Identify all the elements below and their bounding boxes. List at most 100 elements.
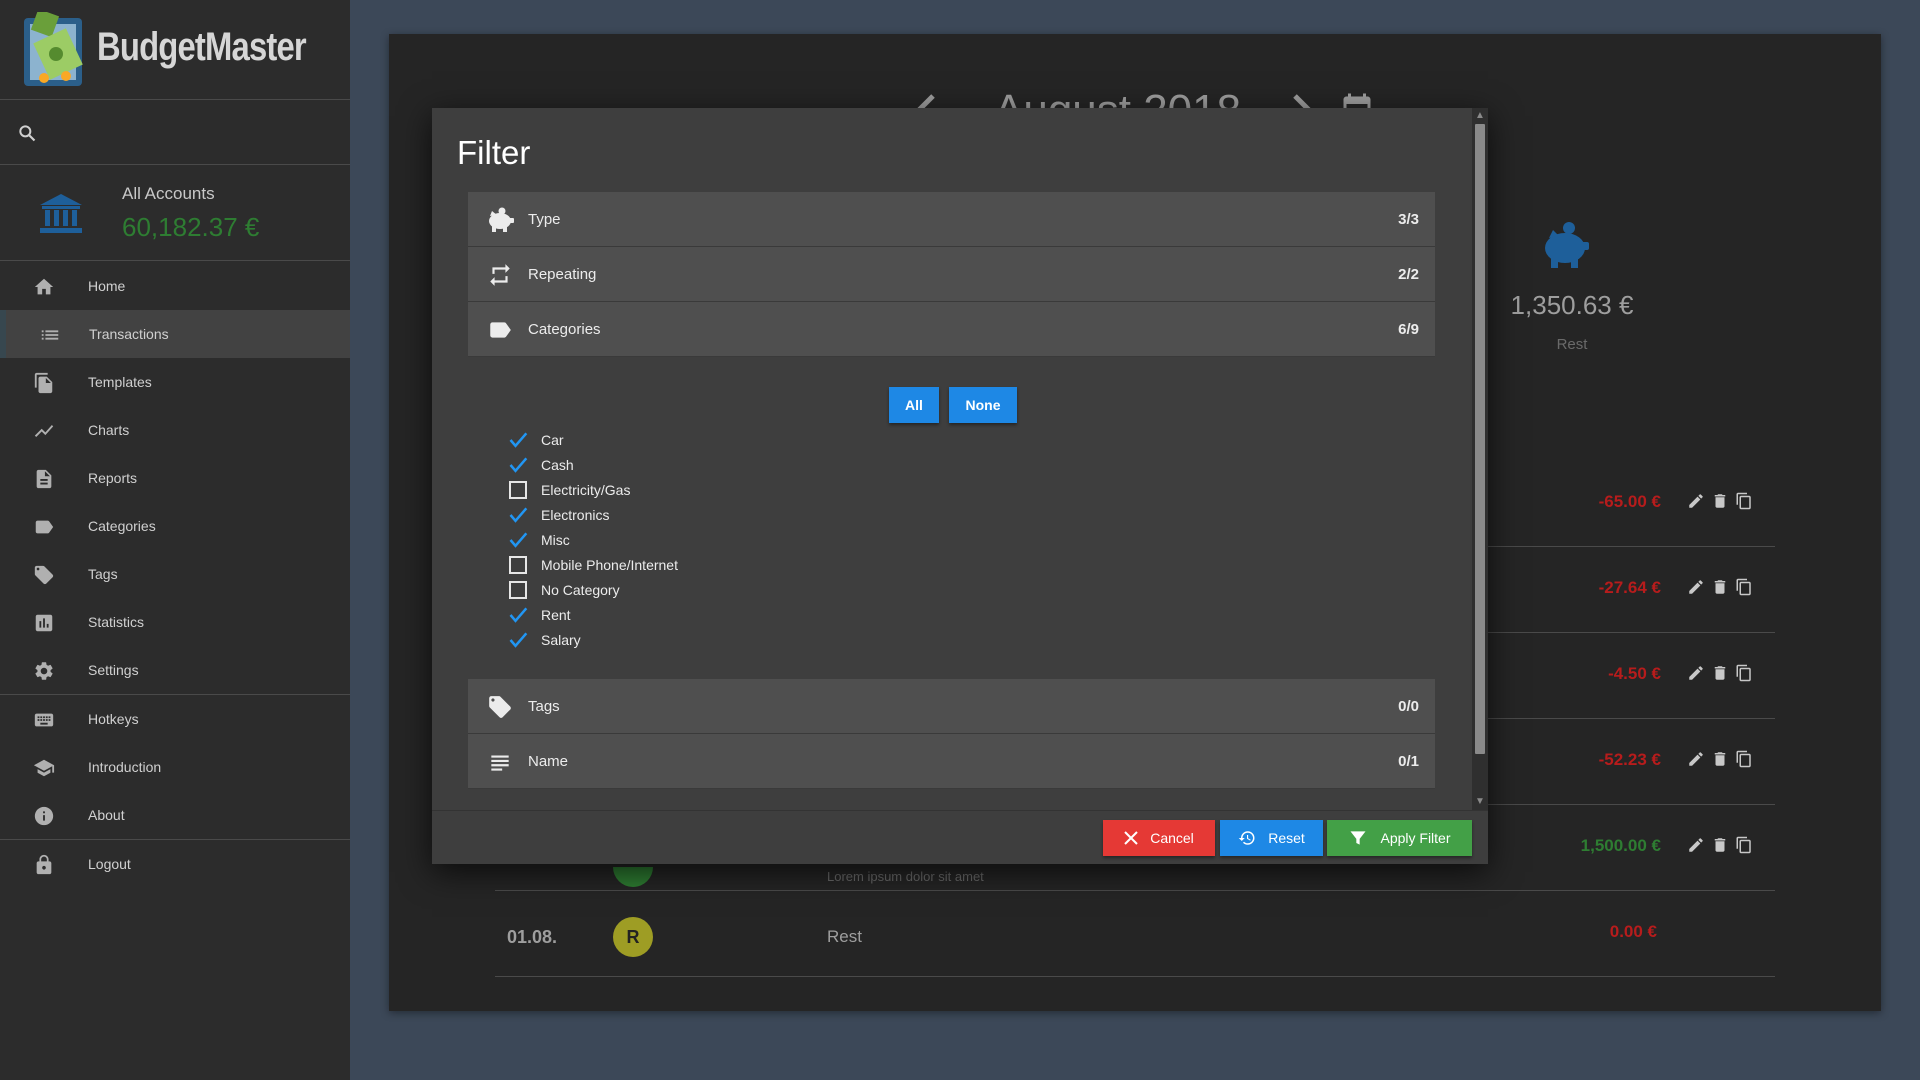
nav-label: Hotkeys [88, 711, 139, 727]
checkmark-icon[interactable] [508, 605, 528, 625]
transaction-amount: 1,500.00 € [1580, 836, 1661, 855]
checkmark-icon[interactable] [508, 430, 528, 450]
filter-section-name[interactable]: Name 0/1 [468, 734, 1435, 789]
delete-icon[interactable] [1711, 663, 1729, 683]
nav-item-reports[interactable]: Reports [0, 454, 350, 502]
nav-item-about[interactable]: About [0, 791, 350, 839]
filter-section-tags[interactable]: Tags 0/0 [468, 679, 1435, 734]
nav-item-home[interactable]: Home [0, 262, 350, 310]
checkbox-unchecked[interactable] [509, 556, 527, 574]
edit-icon[interactable] [1687, 577, 1705, 597]
nav-item-categories[interactable]: Categories [0, 502, 350, 550]
nav-label: About [88, 807, 125, 823]
label-icon [35, 520, 54, 534]
copy-icon[interactable] [1735, 749, 1753, 769]
tag-icon [489, 696, 511, 718]
account-selector[interactable]: All Accounts 60,182.37 € [0, 166, 350, 261]
delete-icon[interactable] [1711, 749, 1729, 769]
nav-item-charts[interactable]: Charts [0, 406, 350, 454]
edit-icon[interactable] [1687, 663, 1705, 683]
category-name: Salary [541, 632, 581, 648]
nav-label: Introduction [88, 759, 162, 775]
copy-icon[interactable] [1735, 663, 1753, 683]
cancel-label: Cancel [1150, 830, 1194, 846]
nav-item-introduction[interactable]: Introduction [0, 743, 350, 791]
nav-item-transactions[interactable]: Transactions [0, 310, 350, 358]
checkmark-icon[interactable] [508, 630, 528, 650]
select-all-button[interactable]: All [889, 387, 939, 423]
reset-button[interactable]: Reset [1220, 820, 1323, 856]
modal-scrollbar[interactable]: ▲ ▼ [1472, 108, 1488, 810]
filter-section-count: 0/1 [1398, 753, 1419, 770]
category-name: Cash [541, 457, 574, 473]
edit-icon[interactable] [1687, 749, 1705, 769]
filter-modal: Filter ▲ ▼ Type 3/3 Repeating 2/2 Catego… [432, 108, 1488, 864]
repeat-icon [490, 264, 510, 286]
row-actions [1687, 577, 1753, 597]
filter-section-type[interactable]: Type 3/3 [468, 192, 1435, 247]
delete-icon[interactable] [1711, 835, 1729, 855]
filter-section-label: Repeating [528, 266, 597, 283]
cancel-button[interactable]: Cancel [1103, 820, 1215, 856]
delete-icon[interactable] [1711, 577, 1729, 597]
home-icon [34, 278, 54, 295]
filter-section-repeating[interactable]: Repeating 2/2 [468, 247, 1435, 302]
copy-icon[interactable] [1735, 577, 1753, 597]
edit-icon[interactable] [1687, 835, 1705, 855]
transaction-description: Lorem ipsum dolor sit amet [827, 869, 984, 884]
nav-item-tags[interactable]: Tags [0, 550, 350, 598]
modal-footer: Cancel Reset Apply Filter [432, 810, 1488, 864]
transaction-amount: -27.64 € [1598, 578, 1661, 597]
close-icon [1124, 831, 1138, 845]
delete-icon[interactable] [1711, 491, 1729, 511]
nav-item-logout[interactable]: Logout [0, 840, 350, 888]
search-bar[interactable] [0, 101, 350, 165]
filter-section-categories[interactable]: Categories 6/9 [468, 302, 1435, 357]
logo-row: BudgetMaster [0, 0, 350, 100]
chart-line-icon [34, 425, 54, 437]
checkbox-unchecked[interactable] [509, 481, 527, 499]
nav-item-settings[interactable]: Settings [0, 646, 350, 694]
category-name: Electricity/Gas [541, 482, 631, 498]
scroll-down-icon[interactable]: ▼ [1475, 797, 1485, 807]
nav-label: Tags [88, 566, 118, 582]
filter-section-count: 0/0 [1398, 698, 1419, 715]
reset-label: Reset [1268, 830, 1305, 846]
filter-accordion: Type 3/3 Repeating 2/2 Categories 6/9 Al… [468, 192, 1435, 789]
row-actions [1687, 749, 1753, 769]
category-avatar: R [613, 917, 653, 957]
category-avatar [613, 867, 653, 887]
gear-icon [35, 662, 53, 680]
keyboard-icon [34, 713, 54, 727]
nav-item-templates[interactable]: Templates [0, 358, 350, 406]
nav-label: Logout [88, 856, 131, 872]
checkmark-icon[interactable] [508, 530, 528, 550]
category-name: Rent [541, 607, 571, 623]
logo-icon [24, 12, 83, 86]
tag-icon [34, 565, 54, 585]
checkmark-icon[interactable] [508, 455, 528, 475]
nav-item-statistics[interactable]: Statistics [0, 598, 350, 646]
edit-icon[interactable] [1687, 491, 1705, 511]
school-icon [33, 759, 55, 777]
nav-label: Charts [88, 422, 130, 438]
copy-icon[interactable] [1735, 835, 1753, 855]
nav-label: Home [88, 278, 126, 294]
select-none-button[interactable]: None [949, 387, 1017, 423]
filter-section-label: Tags [528, 698, 560, 715]
checkbox-unchecked[interactable] [509, 581, 527, 599]
filter-section-label: Categories [528, 321, 601, 338]
category-name: Mobile Phone/Internet [541, 557, 678, 573]
restore-icon [1238, 831, 1255, 845]
document-icon [36, 469, 52, 489]
search-icon[interactable] [17, 123, 37, 143]
table-row[interactable]: 01.08. R Rest 0.00 € [495, 891, 1775, 977]
scroll-up-icon[interactable]: ▲ [1475, 111, 1485, 121]
apply-filter-button[interactable]: Apply Filter [1327, 820, 1472, 856]
category-name: No Category [541, 582, 620, 598]
checkmark-icon[interactable] [508, 505, 528, 525]
copy-icon[interactable] [1735, 491, 1753, 511]
modal-title: Filter [457, 134, 531, 171]
scroll-thumb[interactable] [1475, 124, 1485, 754]
nav-item-hotkeys[interactable]: Hotkeys [0, 695, 350, 743]
